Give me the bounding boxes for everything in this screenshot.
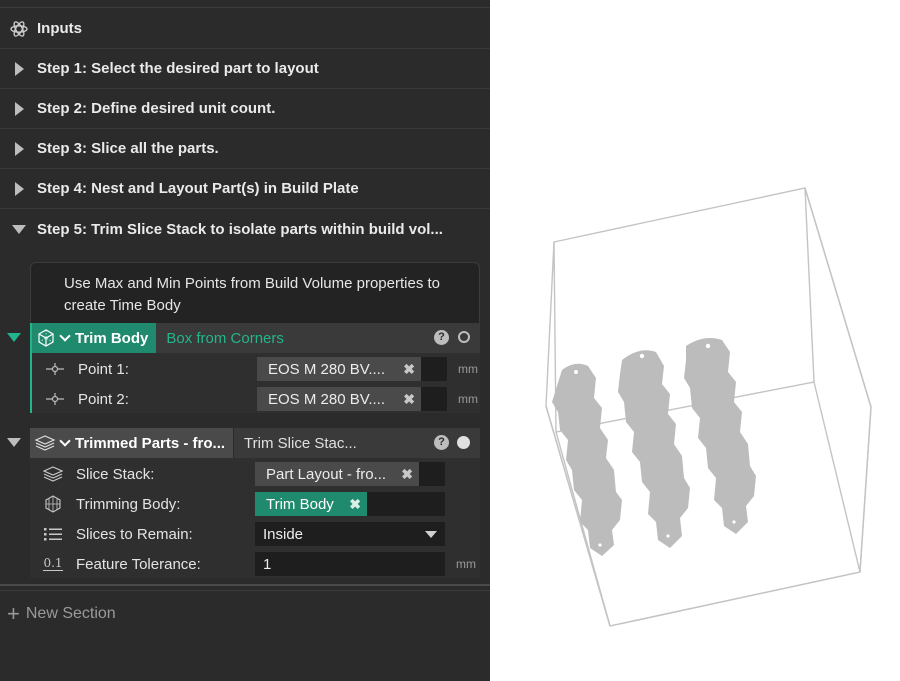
section-step5[interactable]: Step 5: Trim Slice Stack to isolate part… [0, 209, 490, 249]
trim-body-title: Trim Body [75, 329, 149, 347]
point-icon [32, 361, 78, 377]
select-value: Inside [263, 525, 304, 543]
param-row-trimming-body: Trimming Body: Trim Body ✖ [30, 489, 480, 519]
param-label: Slices to Remain: [76, 525, 193, 543]
param-label: Trimming Body: [76, 495, 181, 513]
section-step4[interactable]: Step 4: Nest and Layout Part(s) in Build… [0, 169, 490, 209]
new-section-label: New Section [25, 605, 116, 622]
trimmed-parts-collapse-arrow-icon[interactable] [7, 438, 21, 447]
trim-body-header[interactable]: Trim Body Box from Corners ? [30, 323, 480, 353]
param-row-point1: Point 1: EOS M 280 BV.... ✖ mm [32, 354, 482, 384]
layers-icon [34, 433, 56, 453]
section-label: Step 3: Slice all the parts. [37, 140, 219, 157]
slice-stack-field[interactable]: Part Layout - fro... ✖ [255, 462, 445, 486]
top-strip [0, 0, 490, 8]
chevron-down-icon[interactable] [59, 330, 71, 342]
slices-to-remain-select[interactable]: Inside [255, 522, 445, 546]
help-icon[interactable]: ? [434, 435, 449, 450]
3d-viewport[interactable] [490, 0, 900, 681]
param-label: Point 2: [78, 390, 129, 408]
new-section-button[interactable]: + New Section [7, 601, 116, 626]
point-icon [32, 391, 78, 407]
trimmed-parts-params: Slice Stack: Part Layout - fro... ✖ Trim… [30, 458, 480, 578]
section-inputs[interactable]: Inputs [0, 9, 490, 49]
expand-arrow-icon[interactable] [15, 141, 24, 156]
remove-icon[interactable]: ✖ [403, 391, 415, 408]
remove-icon[interactable]: ✖ [349, 496, 361, 513]
trimming-body-field[interactable]: Trim Body ✖ [255, 492, 445, 516]
trimmed-parts-title: Trimmed Parts - fro... [75, 434, 226, 452]
section-step2[interactable]: Step 2: Define desired unit count. [0, 89, 490, 129]
section-label: Inputs [37, 20, 82, 37]
chip-label: EOS M 280 BV.... [268, 390, 386, 408]
input-value: 1 [263, 555, 272, 573]
workflow-panel: Inputs Step 1: Select the desired part t… [0, 0, 490, 681]
help-icon[interactable]: ? [434, 330, 449, 345]
status-circle-icon[interactable] [457, 436, 470, 449]
remove-icon[interactable]: ✖ [401, 466, 413, 483]
trim-body-subtitle[interactable]: Box from Corners [156, 330, 284, 347]
chevron-down-icon[interactable] [59, 435, 71, 447]
divider [0, 584, 490, 586]
param-label: Feature Tolerance: [76, 555, 201, 573]
remove-icon[interactable]: ✖ [403, 361, 415, 378]
section-label: Step 4: Nest and Layout Part(s) in Build… [37, 180, 359, 197]
chip-label: EOS M 280 BV.... [268, 360, 386, 378]
collapse-arrow-icon[interactable] [11, 224, 26, 234]
section-label: Step 1: Select the desired part to layou… [37, 60, 319, 77]
expand-arrow-icon[interactable] [15, 101, 24, 116]
plus-icon: + [7, 601, 20, 626]
trimming-body-chip[interactable]: Trim Body ✖ [255, 492, 367, 516]
part-right [684, 338, 756, 534]
param-row-slice-stack: Slice Stack: Part Layout - fro... ✖ [30, 459, 480, 489]
note-text: Use Max and Min Points from Build Volume… [30, 262, 480, 324]
expand-arrow-icon[interactable] [15, 181, 24, 196]
expand-arrow-icon[interactable] [15, 61, 24, 76]
feature-tolerance-input[interactable]: 1 [255, 552, 445, 576]
trimmed-parts-subtitle[interactable]: Trim Slice Stac... [234, 435, 357, 452]
chip-label: Trim Body [266, 495, 334, 513]
viewport-canvas[interactable] [490, 0, 900, 681]
unit-label: mm [456, 557, 476, 571]
part-middle [618, 350, 690, 548]
point1-field[interactable]: EOS M 280 BV.... ✖ [257, 357, 447, 381]
trimmed-parts-mesh [552, 338, 756, 556]
param-row-slices-to-remain: Slices to Remain: Inside [30, 519, 480, 549]
section-step3[interactable]: Step 3: Slice all the parts. [0, 129, 490, 169]
section-label: Step 2: Define desired unit count. [37, 100, 276, 117]
list-icon [30, 527, 76, 541]
part-left [552, 363, 622, 556]
trim-body-title-chip[interactable]: Trim Body [32, 323, 157, 353]
chip-label: Part Layout - fro... [266, 465, 387, 483]
atom-icon [0, 20, 37, 38]
param-row-feature-tolerance: 0.1 Feature Tolerance: 1 mm [30, 549, 480, 579]
point2-field[interactable]: EOS M 280 BV.... ✖ [257, 387, 447, 411]
layers-icon [30, 465, 76, 483]
trim-mesh-icon [30, 494, 76, 514]
trim-body-params: Point 1: EOS M 280 BV.... ✖ mm Point 2: … [30, 353, 480, 413]
slice-stack-chip[interactable]: Part Layout - fro... ✖ [255, 462, 419, 486]
point2-chip[interactable]: EOS M 280 BV.... ✖ [257, 387, 421, 411]
param-label: Point 1: [78, 360, 129, 378]
trim-body-collapse-arrow-icon[interactable] [7, 333, 21, 342]
unit-label: mm [458, 362, 478, 376]
section-label: Step 5: Trim Slice Stack to isolate part… [37, 220, 443, 238]
dropdown-arrow-icon[interactable] [425, 531, 437, 538]
point1-chip[interactable]: EOS M 280 BV.... ✖ [257, 357, 421, 381]
cube-wire-icon [36, 328, 56, 348]
status-circle-icon[interactable] [458, 331, 470, 343]
section-step1[interactable]: Step 1: Select the desired part to layou… [0, 49, 490, 89]
tolerance-icon: 0.1 [43, 556, 63, 571]
param-row-point2: Point 2: EOS M 280 BV.... ✖ mm [32, 384, 482, 414]
divider [0, 590, 490, 591]
trimmed-parts-header[interactable]: Trimmed Parts - fro... Trim Slice Stac..… [30, 428, 480, 458]
unit-label: mm [458, 392, 478, 406]
trimmed-parts-title-chip[interactable]: Trimmed Parts - fro... [30, 428, 235, 458]
param-label: Slice Stack: [76, 465, 155, 483]
